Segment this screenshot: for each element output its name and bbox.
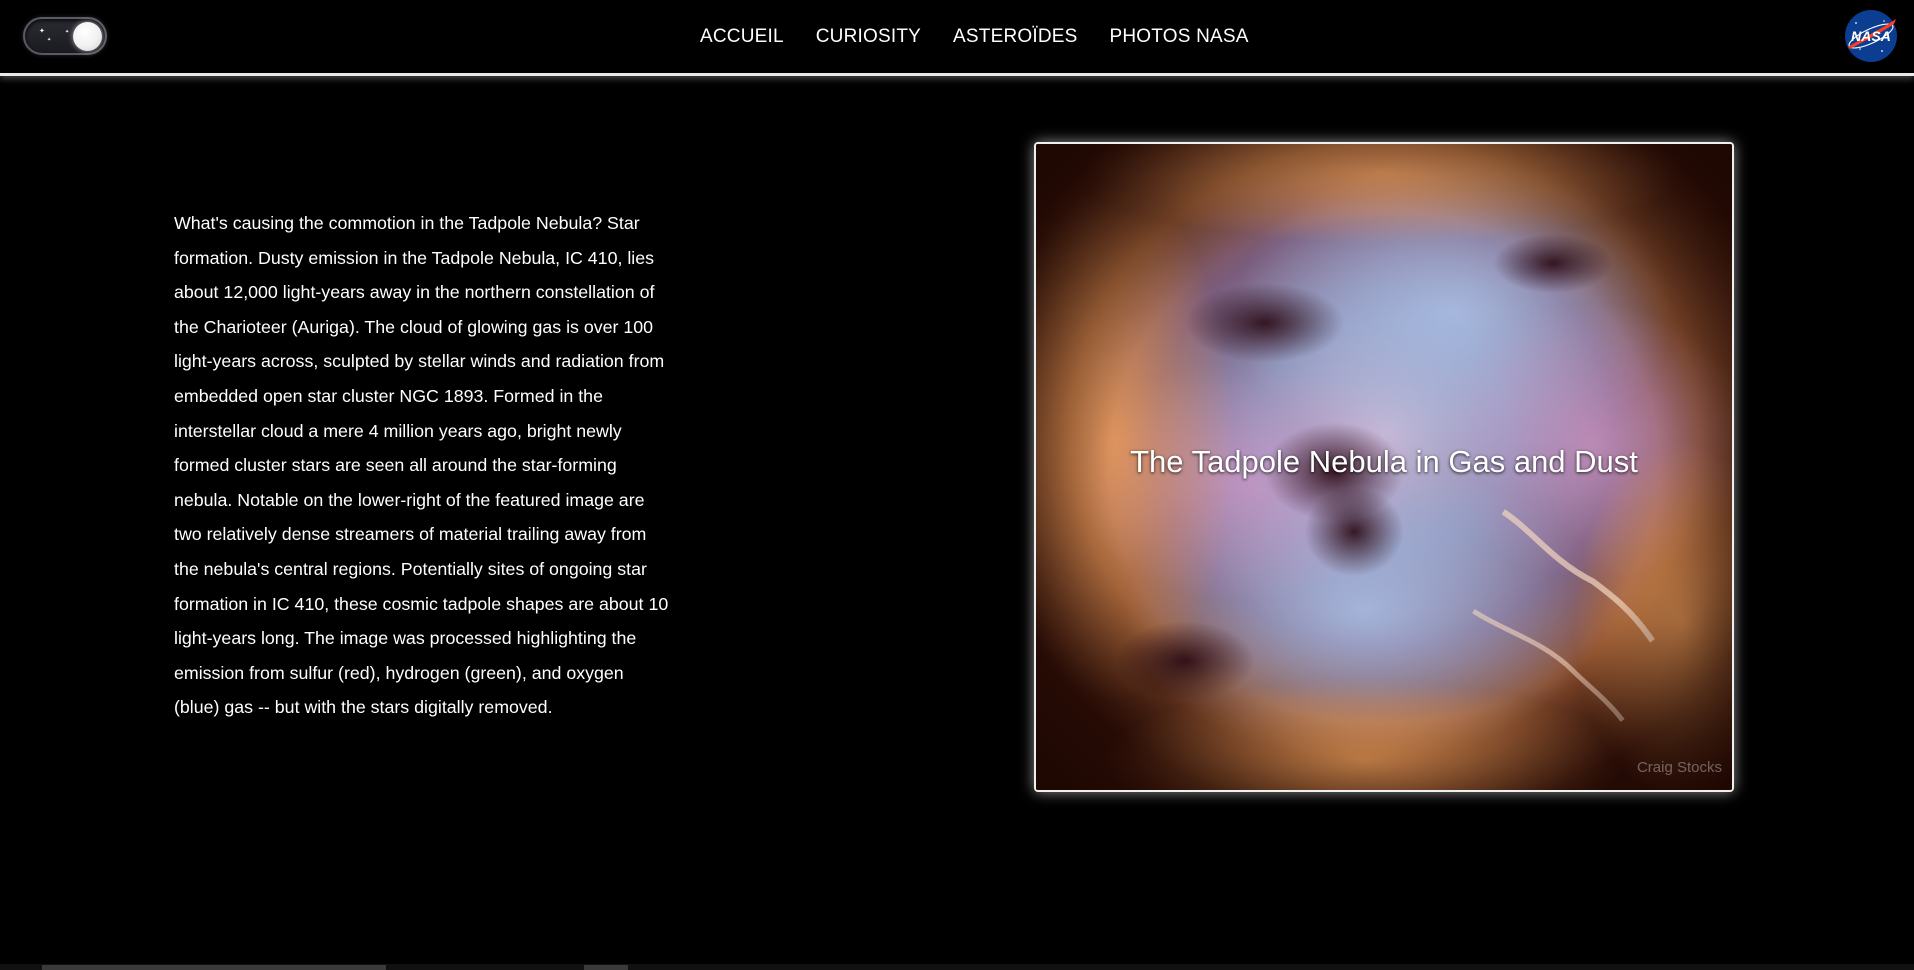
scrollbar-thumb-secondary[interactable] [584,965,628,970]
star-icon: ✦ [47,37,52,43]
scrollbar-thumb[interactable] [42,965,386,970]
star-icon: ✦ [39,28,45,35]
theme-toggle-switch[interactable]: ✦ ✦ ✦ [23,17,107,55]
nasa-logo-icon[interactable]: NASA [1844,9,1898,63]
photo-credit: Craig Stocks [1636,759,1722,776]
main-nav: ACCUEIL CURIOSITY ASTEROÏDES PHOTOS NASA [700,0,1249,74]
top-navbar: ✦ ✦ ✦ ACCUEIL CURIOSITY ASTEROÏDES PHOTO… [0,0,1914,76]
apod-explanation: What's causing the commotion in the Tadp… [174,213,669,718]
nav-link-accueil[interactable]: ACCUEIL [700,26,784,48]
apod-image-card[interactable]: The Tadpole Nebula in Gas and Dust Craig… [1034,142,1734,792]
nav-link-asteroides[interactable]: ASTEROÏDES [953,26,1077,48]
nav-link-photos-nasa[interactable]: PHOTOS NASA [1110,26,1249,48]
moon-icon [73,22,102,51]
apod-title: The Tadpole Nebula in Gas and Dust [1130,444,1638,479]
nav-link-curiosity[interactable]: CURIOSITY [816,26,921,48]
star-icon: ✦ [65,29,70,35]
nasa-logo-text: NASA [1851,28,1891,44]
